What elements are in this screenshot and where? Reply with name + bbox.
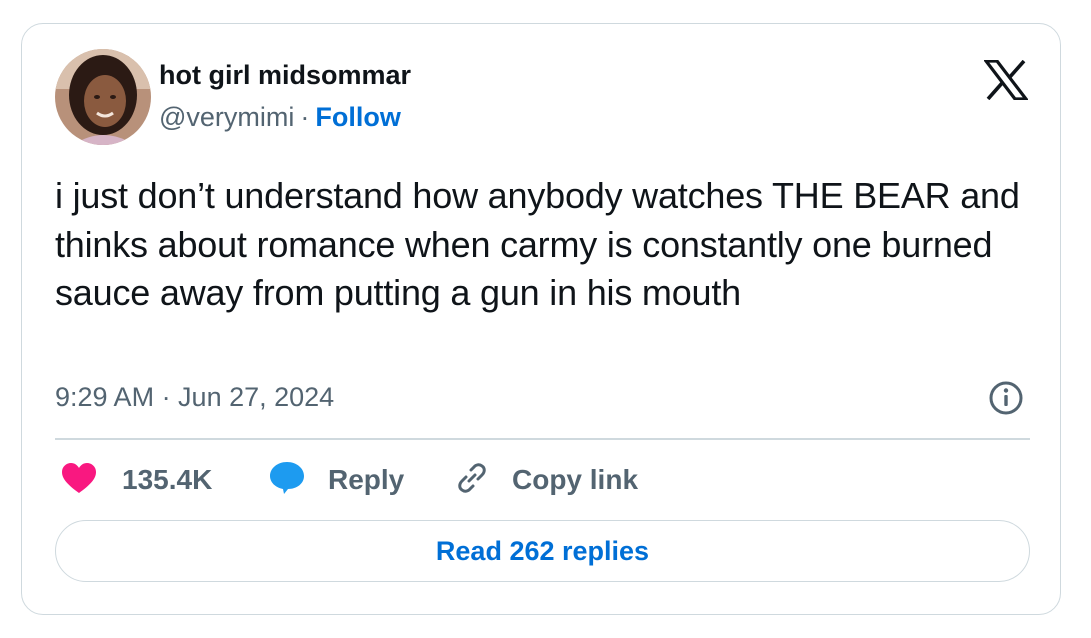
copy-link-button[interactable]: Copy link — [454, 460, 638, 500]
reply-label: Reply — [328, 464, 405, 495]
reply-button[interactable]: Reply — [268, 460, 404, 500]
tweet-timestamp[interactable]: 9:29 AM · Jun 27, 2024 — [55, 382, 334, 413]
author-display-name[interactable]: hot girl midsommar — [159, 60, 411, 91]
like-count: 135.4K — [122, 464, 213, 495]
info-icon[interactable] — [988, 380, 1024, 416]
author-handle-row: @verymimi · Follow — [159, 102, 401, 133]
tweet-text: i just don’t understand how anybody watc… — [55, 175, 1020, 313]
handle-separator: · — [300, 102, 310, 132]
speech-bubble-icon — [268, 460, 306, 501]
divider — [55, 438, 1030, 440]
tweet-embed-card: hot girl midsommar @verymimi · Follow i ju… — [21, 23, 1061, 615]
follow-button[interactable]: Follow — [315, 102, 400, 132]
read-replies-button[interactable]: Read 262 replies — [55, 520, 1030, 582]
link-icon — [454, 460, 490, 501]
heart-icon — [60, 461, 98, 500]
avatar[interactable] — [55, 49, 151, 145]
action-bar: 135.4K Reply Copy link — [22, 460, 1060, 500]
copy-link-label: Copy link — [512, 464, 639, 495]
like-button[interactable]: 135.4K — [60, 460, 212, 500]
author-handle[interactable]: @verymimi — [159, 102, 294, 132]
read-replies-label: Read 262 replies — [435, 535, 650, 566]
x-logo-icon[interactable] — [982, 59, 1030, 101]
